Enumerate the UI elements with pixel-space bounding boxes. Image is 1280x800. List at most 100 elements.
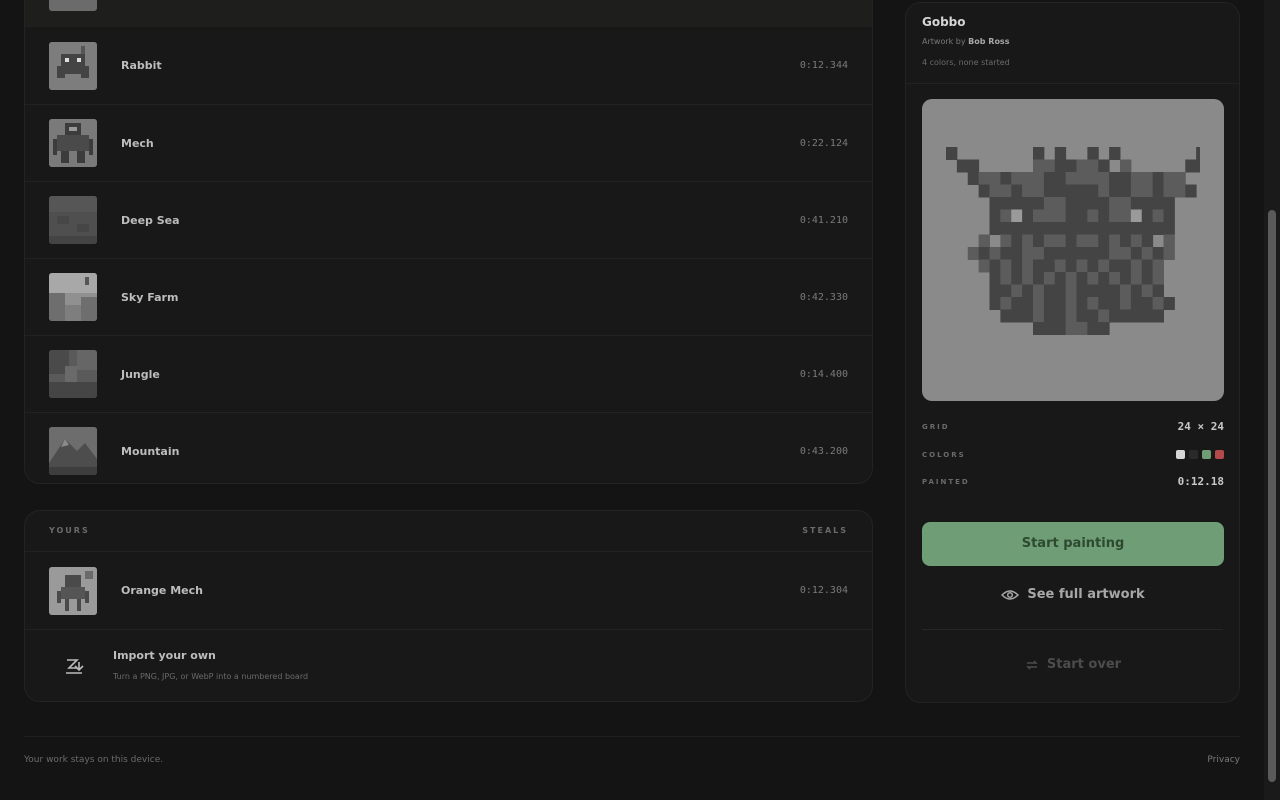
artwork-pixel bbox=[1076, 197, 1088, 210]
artwork-pixel bbox=[1000, 184, 1012, 198]
artwork-pixel bbox=[1033, 184, 1045, 198]
list-item[interactable]: Jungle 0:14.400 bbox=[25, 335, 872, 412]
list-item[interactable]: Mountain 0:43.200 bbox=[25, 412, 872, 483]
artwork-pixel bbox=[1022, 309, 1034, 323]
artwork-pixel bbox=[1065, 184, 1077, 198]
artwork-detail-panel: Gobbo Artwork by Bob Ross 4 colors, none… bbox=[905, 2, 1240, 703]
list-item[interactable]: Rabbit 0:12.344 bbox=[25, 27, 872, 104]
artwork-pixel bbox=[1130, 184, 1143, 198]
refresh-icon bbox=[1026, 659, 1038, 670]
artwork-pixel bbox=[1054, 322, 1067, 335]
best-time: 0:41.210 bbox=[799, 214, 848, 226]
artwork-pixel bbox=[1022, 172, 1034, 185]
list-item[interactable]: Mech 0:22.124 bbox=[25, 104, 872, 181]
start-over-label: Start over bbox=[1046, 657, 1122, 672]
scrollbar[interactable] bbox=[1264, 0, 1280, 800]
artwork-pixel bbox=[1163, 297, 1175, 310]
artwork-pixel bbox=[1152, 197, 1164, 210]
artwork-pixel bbox=[1011, 259, 1023, 273]
artwork-pixel bbox=[1054, 234, 1067, 248]
scrollbar-thumb[interactable] bbox=[1268, 210, 1276, 782]
import-your-own-button[interactable]: Import your own Turn a PNG, JPG, or WebP… bbox=[25, 629, 872, 701]
artwork-pixel bbox=[1130, 197, 1143, 210]
artwork-pixel bbox=[1120, 272, 1132, 285]
artwork-pixel bbox=[1130, 222, 1143, 235]
artwork-pixel bbox=[1043, 309, 1056, 323]
artwork-pixel bbox=[1174, 184, 1186, 198]
artwork-pixel bbox=[1033, 322, 1045, 335]
artwork-pixel bbox=[1011, 222, 1023, 235]
artwork-name: Deep Sea bbox=[121, 213, 180, 227]
artwork-pixel bbox=[1152, 309, 1164, 323]
artwork-pixel bbox=[1109, 272, 1121, 285]
start-painting-button[interactable]: Start painting bbox=[922, 522, 1224, 566]
import-title: Import your own bbox=[113, 649, 216, 662]
artwork-pixel bbox=[1098, 197, 1110, 210]
artwork-pixel bbox=[1054, 247, 1067, 260]
artwork-pixel bbox=[1120, 184, 1132, 198]
artwork-pixel bbox=[1054, 147, 1067, 160]
artwork-pixel bbox=[1109, 209, 1121, 223]
grid-value: 24 × 24 bbox=[1177, 420, 1224, 433]
artwork-pixel bbox=[1098, 309, 1110, 323]
artwork-pixel bbox=[1065, 272, 1077, 285]
artwork-pixel bbox=[989, 197, 1001, 210]
artwork-pixel bbox=[1130, 209, 1143, 223]
artwork-pixel bbox=[1000, 247, 1012, 260]
list-item-partial[interactable] bbox=[25, 0, 872, 27]
start-over-button[interactable]: Start over bbox=[922, 653, 1224, 677]
artwork-pixel bbox=[1087, 234, 1099, 248]
artwork-pixel bbox=[1109, 259, 1121, 273]
artwork-preview[interactable] bbox=[922, 99, 1224, 401]
best-time: 0:43.200 bbox=[799, 445, 848, 457]
artwork-pixel bbox=[1141, 259, 1154, 273]
artwork-pixel bbox=[1141, 284, 1154, 298]
artwork-pixel bbox=[1076, 234, 1088, 248]
mountain-icon bbox=[49, 427, 97, 475]
artwork-pixel bbox=[989, 184, 1001, 198]
artwork-pixel bbox=[1141, 297, 1154, 310]
artwork-pixel bbox=[1076, 159, 1088, 173]
artwork-pixel bbox=[1000, 272, 1012, 285]
grid-stat: GRID 24 × 24 bbox=[922, 419, 1224, 437]
artwork-pixel bbox=[1152, 297, 1164, 310]
artwork-pixel bbox=[1152, 247, 1164, 260]
artwork-pixel bbox=[1033, 222, 1045, 235]
artwork-pixel bbox=[1185, 159, 1197, 173]
artwork-pixel bbox=[1054, 197, 1067, 210]
artwork-pixel bbox=[1011, 234, 1023, 248]
artwork-pixel bbox=[1000, 309, 1012, 323]
privacy-link[interactable]: Privacy bbox=[1207, 755, 1240, 765]
artwork-pixel bbox=[1054, 209, 1067, 223]
artwork-pixel bbox=[989, 222, 1001, 235]
artwork-pixel bbox=[1163, 234, 1175, 248]
artwork-pixel bbox=[1076, 297, 1088, 310]
artwork-pixel bbox=[1043, 284, 1056, 298]
artwork-pixel bbox=[1120, 247, 1132, 260]
artwork-pixel bbox=[1098, 184, 1110, 198]
artwork-name: Mech bbox=[121, 136, 154, 150]
page: Rabbit 0:12.344 Mech 0:22.124 Deep Sea 0… bbox=[0, 0, 1264, 800]
list-item[interactable]: Deep Sea 0:41.210 bbox=[25, 181, 872, 258]
artwork-pixel bbox=[1000, 209, 1012, 223]
artwork-pixel bbox=[1022, 247, 1034, 260]
artwork-pixel bbox=[1076, 184, 1088, 198]
artwork-pixel bbox=[1141, 172, 1154, 185]
color-swatch bbox=[1215, 450, 1224, 459]
mech-icon bbox=[49, 119, 97, 167]
artwork-pixel bbox=[1130, 284, 1143, 298]
artwork-pixel bbox=[1033, 247, 1045, 260]
list-item[interactable]: Orange Mech 0:12.304 bbox=[25, 552, 872, 629]
artwork-pixel bbox=[1076, 222, 1088, 235]
artwork-pixel bbox=[1054, 184, 1067, 198]
artwork-name: Sky Farm bbox=[121, 290, 179, 304]
artwork-pixel bbox=[1163, 222, 1175, 235]
artwork-pixel bbox=[1054, 272, 1067, 285]
artwork-pixel bbox=[1141, 197, 1154, 210]
artwork-pixel bbox=[1141, 234, 1154, 248]
artwork-pixel bbox=[989, 247, 1001, 260]
artwork-pixel bbox=[1163, 209, 1175, 223]
list-item[interactable]: Sky Farm 0:42.330 bbox=[25, 258, 872, 335]
see-full-artwork-button[interactable]: See full artwork bbox=[922, 583, 1224, 607]
artwork-pixel bbox=[1076, 284, 1088, 298]
